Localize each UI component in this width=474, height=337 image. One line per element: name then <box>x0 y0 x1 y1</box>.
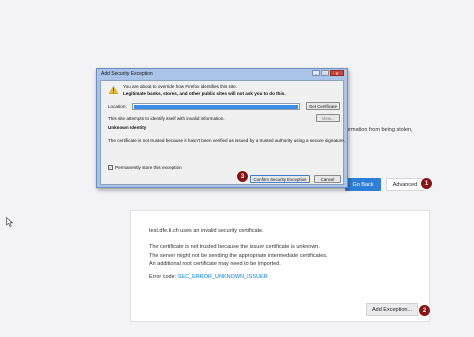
step-badge-1: 1 <box>421 178 432 189</box>
error-code-link[interactable]: SEC_ERROR_UNKNOWN_ISSUER <box>178 274 268 280</box>
view-button[interactable]: View... <box>316 114 340 122</box>
dialog-title: Add Security Exception <box>101 71 153 77</box>
invalid-cert-text: test.dfe.ti.ch uses an invalid security … <box>149 228 264 234</box>
location-label: Location: <box>108 104 127 109</box>
unknown-identity-description: The certificate is not trusted because i… <box>108 138 346 143</box>
error-description-snippet: ormation from being stolen, <box>346 127 413 133</box>
intermediate-certs-text: The server might not be sending the appr… <box>149 253 328 259</box>
advanced-button[interactable]: Advanced <box>386 178 424 191</box>
warning-icon <box>109 86 118 94</box>
confirm-security-exception-button[interactable]: Confirm Security Exception <box>250 175 310 183</box>
window-controls: – □ ✕ <box>312 70 344 76</box>
dialog-intro-text: You are about to override how Firefox id… <box>123 84 237 89</box>
go-back-button[interactable]: Go Back <box>345 178 381 191</box>
mouse-cursor-icon <box>6 217 13 227</box>
error-code-label: Error code: <box>149 274 177 280</box>
identify-text: This site attempts to identify itself wi… <box>108 116 225 121</box>
dialog-body: You are about to override how Firefox id… <box>100 80 346 185</box>
get-certificate-button[interactable]: Get Certificate <box>306 102 340 110</box>
location-input[interactable] <box>132 103 300 110</box>
maximize-icon[interactable]: □ <box>321 70 329 76</box>
add-security-exception-dialog: Add Security Exception – □ ✕ You are abo… <box>96 68 348 188</box>
dialog-warning-text: Legitimate banks, stores, and other publ… <box>123 91 286 96</box>
minimize-icon[interactable]: – <box>312 70 320 76</box>
root-cert-text: An additional root certificate may need … <box>149 261 281 267</box>
step-badge-3: 3 <box>237 171 248 182</box>
cancel-button[interactable]: Cancel <box>314 175 341 183</box>
issuer-unknown-text: The certificate is not trusted because t… <box>149 244 320 250</box>
add-exception-button[interactable]: Add Exception... <box>366 303 418 316</box>
unknown-identity-heading: Unknown Identity <box>108 125 147 130</box>
step-badge-2: 2 <box>419 305 430 316</box>
error-code-line: Error code: SEC_ERROR_UNKNOWN_ISSUER <box>149 274 268 280</box>
close-icon[interactable]: ✕ <box>330 70 344 76</box>
permanent-store-checkbox[interactable]: ✓ <box>108 165 113 170</box>
location-selection <box>134 105 298 109</box>
permanent-store-label: Permanently store this exception <box>115 165 182 170</box>
